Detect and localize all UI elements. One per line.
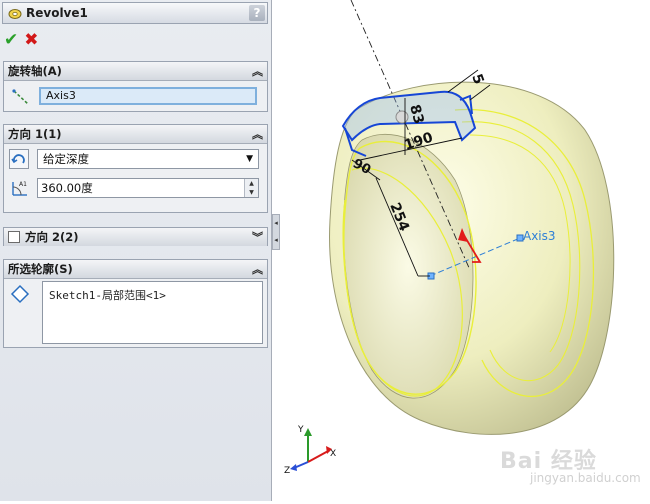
angle-value: 360.00度: [41, 181, 93, 195]
collapse-icon[interactable]: ︽: [252, 126, 263, 142]
feature-titlebar: Revolve1 ?: [2, 2, 268, 24]
expand-icon[interactable]: ︾: [252, 229, 263, 245]
rotation-axis-field[interactable]: Axis3: [39, 87, 257, 105]
direction2-checkbox[interactable]: [8, 231, 20, 243]
contours-heading: 所选轮廓(S): [8, 262, 73, 276]
triad-x-label: X: [330, 449, 336, 459]
collapse-icon[interactable]: ︽: [252, 63, 263, 79]
action-row: ✔ ✖: [4, 30, 39, 50]
direction2-heading: 方向 2(2): [25, 230, 79, 244]
contour-icon: [10, 284, 30, 304]
angle-icon-label: A1: [19, 181, 27, 188]
triad-y-label: Y: [297, 425, 304, 435]
end-condition-value: 给定深度: [43, 152, 89, 166]
angle-icon: A1: [12, 181, 27, 196]
view-triad: Y X Z: [284, 425, 336, 476]
property-manager: Revolve1 ? ✔ ✖ 旋转轴(A) ︽ Axis3 方向 1(1) ︽ …: [0, 0, 272, 501]
contours-header[interactable]: 所选轮廓(S) ︽: [4, 260, 267, 279]
angle-spinbox[interactable]: 360.00度 ▲ ▼: [37, 178, 259, 198]
origin-marker: [395, 110, 409, 124]
graphics-viewport[interactable]: Axis3 5 83 190 90 254 Y X Z: [281, 0, 650, 501]
cancel-button[interactable]: ✖: [24, 30, 38, 50]
dropdown-arrow-icon: ▼: [246, 154, 253, 164]
direction2-header[interactable]: 方向 2(2) ︾: [4, 228, 267, 246]
list-item[interactable]: Sketch1-局部范围<1>: [49, 287, 262, 303]
contours-group: 所选轮廓(S) ︽ Sketch1-局部范围<1>: [3, 259, 268, 348]
watermark-url: jingyan.baidu.com: [530, 471, 641, 485]
direction1-group: 方向 1(1) ︽ 给定深度 ▼ A1 360.00度 ▲ ▼: [3, 124, 268, 213]
contours-list[interactable]: Sketch1-局部范围<1>: [42, 281, 263, 344]
rotation-axis-heading: 旋转轴(A): [8, 64, 62, 78]
model-view[interactable]: Axis3 5 83 190 90 254 Y X Z: [281, 0, 650, 501]
ok-button[interactable]: ✔: [4, 30, 18, 50]
axis3-label: Axis3: [523, 229, 556, 243]
rotation-axis-header[interactable]: 旋转轴(A) ︽: [4, 62, 267, 81]
direction1-heading: 方向 1(1): [8, 127, 62, 141]
triad-z-label: Z: [284, 466, 290, 476]
collapse-icon[interactable]: ︽: [252, 261, 263, 277]
revolve-feature-icon: [8, 9, 22, 19]
reverse-direction-icon[interactable]: [9, 149, 29, 169]
end-condition-select[interactable]: 给定深度 ▼: [37, 149, 259, 169]
spin-buttons[interactable]: ▲ ▼: [244, 179, 258, 197]
panel-collapse-handle[interactable]: ◂ ◂: [272, 214, 280, 250]
help-button[interactable]: ?: [249, 5, 265, 21]
feature-title: Revolve1: [26, 6, 88, 20]
axis-icon: [12, 89, 29, 105]
rotation-axis-group: 旋转轴(A) ︽ Axis3: [3, 61, 268, 112]
direction2-group: 方向 2(2) ︾: [3, 227, 268, 246]
direction1-header[interactable]: 方向 1(1) ︽: [4, 125, 267, 144]
